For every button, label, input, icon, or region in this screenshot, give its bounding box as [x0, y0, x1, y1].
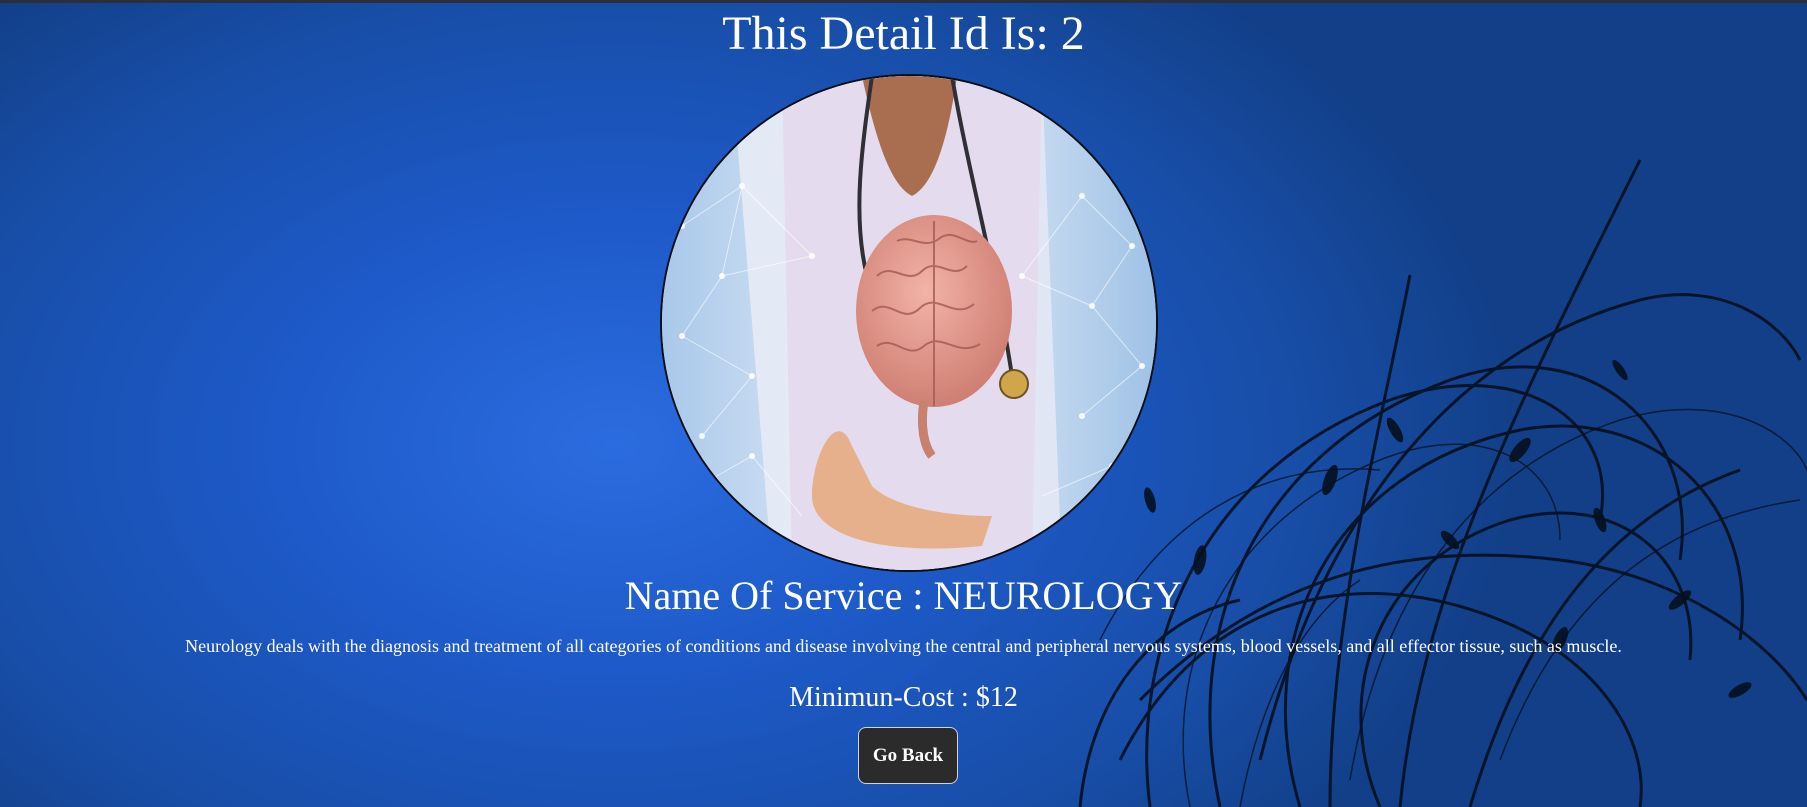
service-detail-page: This Detail Id Is: 2 Name Of Service: N…: [0, 0, 1807, 807]
service-description: Neurology deals with the diagnosis and t…: [185, 636, 1622, 656]
service-name: Name Of Service : NEUROLOGY: [624, 573, 1183, 618]
service-minimum-cost: Minimun-Cost : $12: [789, 682, 1018, 713]
service-image: [660, 74, 1158, 572]
go-back-button[interactable]: Go Back: [858, 727, 958, 784]
page-title: This Detail Id Is: 2: [722, 7, 1085, 60]
neurology-doctor-brain-image: [662, 76, 1156, 570]
